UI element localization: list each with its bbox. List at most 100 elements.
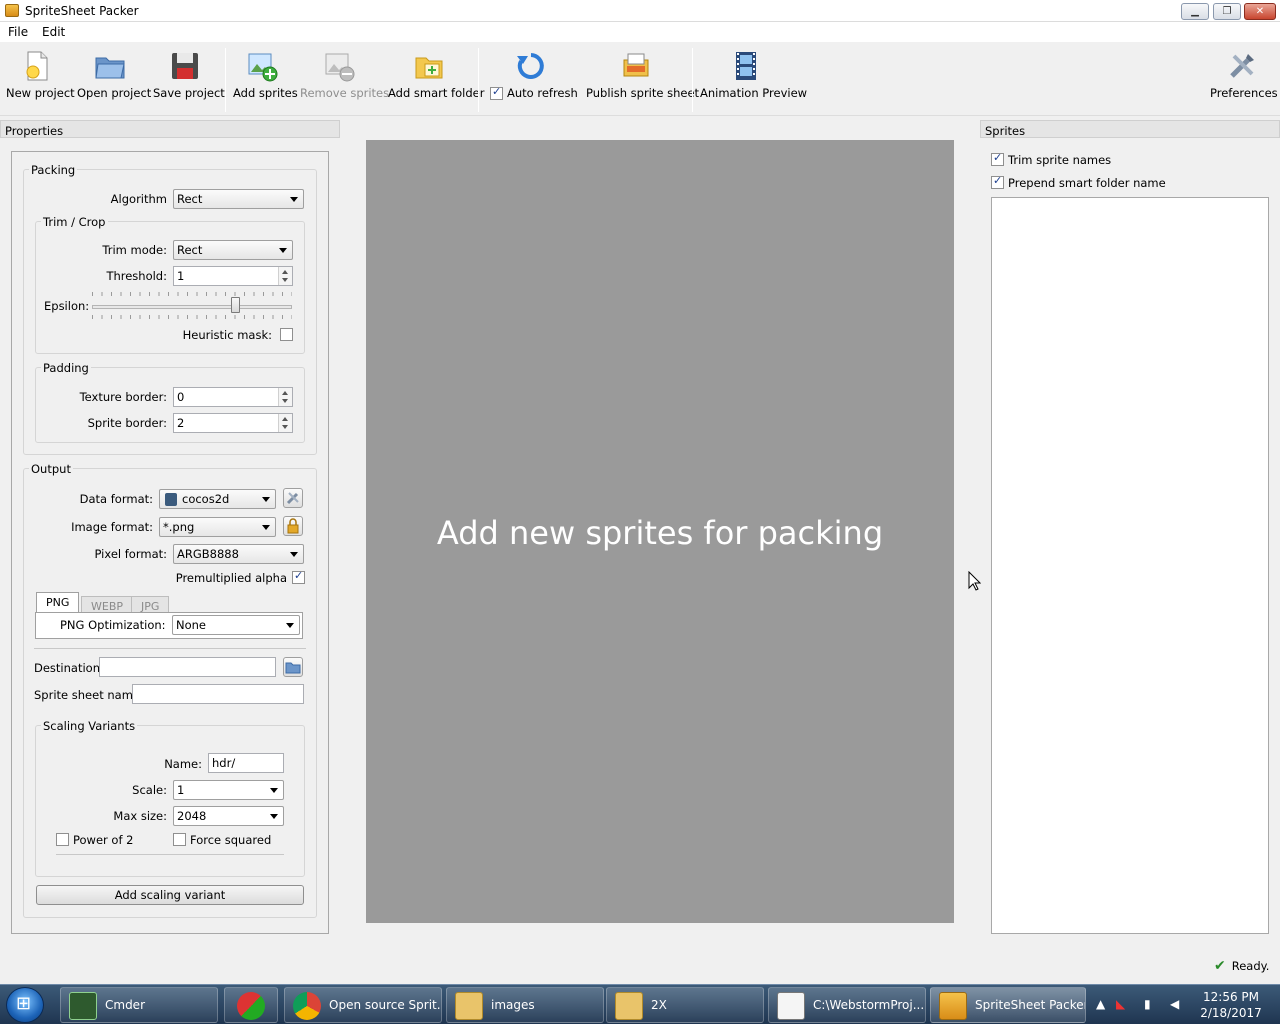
sprite-sheet-name-input[interactable] — [132, 684, 304, 704]
tab-png[interactable]: PNG — [36, 592, 80, 613]
force-squared-checkbox[interactable] — [173, 833, 186, 846]
image-format-select[interactable]: *.png — [159, 517, 276, 537]
scale-select[interactable]: 1 — [173, 780, 284, 800]
data-format-select[interactable]: cocos2d — [159, 489, 276, 509]
show-hidden-icons-icon[interactable]: ▲ — [1096, 997, 1105, 1011]
close-button[interactable]: ✕ — [1244, 3, 1276, 20]
browse-destination-button[interactable] — [283, 657, 303, 677]
heuristic-mask-label: Heuristic mask: — [182, 328, 272, 342]
network-icon[interactable]: ▮ — [1144, 997, 1151, 1011]
data-format-settings-button[interactable] — [283, 488, 303, 508]
add-scaling-variant-button[interactable]: Add scaling variant — [36, 885, 304, 905]
epsilon-slider[interactable] — [92, 292, 292, 323]
spin-arrows-icon[interactable] — [278, 267, 292, 285]
restore-button[interactable]: ❐ — [1213, 3, 1241, 20]
pixel-format-label: Pixel format: — [94, 547, 168, 561]
remove-sprites-button[interactable]: Remove sprites — [300, 50, 389, 100]
trim-mode-label: Trim mode: — [102, 243, 167, 257]
folder-open-icon — [95, 57, 125, 79]
chevron-down-icon — [262, 497, 270, 502]
image-format-lock-button[interactable] — [283, 516, 303, 536]
taskbar-item-chrome[interactable]: Open source Sprit... — [284, 987, 442, 1023]
notepad-icon — [777, 992, 805, 1020]
taskbar-item-2x-folder[interactable]: 2X — [606, 987, 764, 1023]
app-window: SpriteSheet Packer ▁ ❐ ✕ File Edit New p… — [0, 0, 1280, 984]
taskbar-label: Open source Sprit... — [329, 998, 442, 1012]
taskbar-item-app[interactable] — [224, 987, 278, 1023]
minimize-button[interactable]: ▁ — [1181, 3, 1209, 20]
scaling-name-input[interactable]: hdr/ — [208, 753, 284, 773]
pixel-format-select[interactable]: ARGB8888 — [173, 544, 304, 564]
volume-icon[interactable]: ◀ — [1170, 997, 1179, 1011]
taskbar-item-images-folder[interactable]: images — [446, 987, 604, 1023]
png-optimization-select[interactable]: None — [172, 615, 300, 635]
texture-border-value: 0 — [177, 390, 185, 404]
sprite-border-value: 2 — [177, 416, 185, 430]
image-format-value: *.png — [163, 520, 195, 534]
menu-edit[interactable]: Edit — [42, 25, 65, 39]
sprites-list[interactable] — [991, 197, 1269, 934]
taskbar-item-cmder[interactable]: Cmder — [60, 987, 218, 1023]
sprite-canvas[interactable]: Add new sprites for packing — [366, 140, 954, 923]
auto-refresh-checkbox[interactable] — [490, 85, 503, 100]
open-project-button[interactable]: Open project — [77, 50, 151, 100]
taskbar-label: 2X — [651, 998, 667, 1012]
menu-file[interactable]: File — [8, 25, 28, 39]
max-size-select[interactable]: 2048 — [173, 806, 284, 826]
slider-handle[interactable] — [231, 297, 240, 313]
taskbar-item-spritesheet-packer[interactable]: SpriteSheet Packer — [930, 987, 1086, 1023]
premultiplied-alpha-label: Premultiplied alpha — [175, 571, 287, 585]
checkmark-icon: ✔ — [1214, 958, 1226, 974]
texture-border-spinbox[interactable]: 0 — [173, 387, 293, 407]
smart-folder-icon — [415, 57, 443, 79]
data-format-value: cocos2d — [182, 492, 230, 506]
publish-button[interactable]: Publish sprite sheet — [586, 50, 699, 100]
clock-date: 2/18/2017 — [1200, 1006, 1262, 1020]
start-button[interactable] — [6, 987, 44, 1023]
sprite-border-spinbox[interactable]: 2 — [173, 413, 293, 433]
power-of-2-label: Power of 2 — [73, 833, 134, 847]
spritesheet-packer-icon — [939, 992, 967, 1020]
folder-icon — [455, 992, 483, 1020]
power-of-2-checkbox[interactable] — [56, 833, 69, 846]
animation-preview-button[interactable]: Animation Preview — [700, 50, 807, 100]
add-smart-folder-button[interactable]: Add smart folder — [388, 50, 484, 100]
save-project-button[interactable]: Save project — [153, 50, 225, 100]
auto-refresh-label: Auto refresh — [507, 86, 578, 100]
auto-refresh-toggle[interactable]: Auto refresh — [490, 50, 578, 100]
new-project-button[interactable]: New project — [6, 50, 75, 100]
max-size-label: Max size: — [113, 809, 167, 823]
app-icon — [237, 992, 265, 1020]
threshold-value: 1 — [177, 269, 185, 283]
trim-crop-title: Trim / Crop — [41, 215, 108, 229]
add-image-icon — [248, 53, 278, 82]
prepend-folder-label: Prepend smart folder name — [1008, 176, 1166, 190]
destination-label: Destination: — [34, 661, 104, 675]
heuristic-mask-checkbox[interactable] — [280, 328, 293, 341]
spin-arrows-icon[interactable] — [278, 388, 292, 406]
clock-time: 12:56 PM — [1203, 990, 1259, 1004]
lock-icon — [287, 518, 299, 534]
antivirus-icon[interactable]: ◣ — [1116, 997, 1125, 1011]
chevron-down-icon — [290, 197, 298, 202]
folder-icon — [285, 662, 301, 674]
pixel-format-value: ARGB8888 — [177, 547, 239, 561]
padding-title: Padding — [41, 361, 91, 375]
destination-input[interactable] — [99, 657, 276, 677]
trim-mode-select[interactable]: Rect — [173, 240, 293, 260]
scale-label: Scale: — [132, 783, 167, 797]
window-title: SpriteSheet Packer — [25, 4, 139, 18]
trim-sprite-names-checkbox[interactable] — [991, 151, 1004, 166]
preferences-button[interactable]: Preferences — [1210, 50, 1278, 100]
prepend-folder-checkbox[interactable] — [991, 174, 1004, 189]
premultiplied-alpha-checkbox[interactable] — [292, 569, 305, 584]
clock[interactable]: 12:56 PM 2/18/2017 — [1196, 989, 1266, 1021]
spin-arrows-icon[interactable] — [278, 414, 292, 432]
new-document-icon — [26, 51, 48, 81]
title-bar: SpriteSheet Packer ▁ ❐ ✕ — [0, 0, 1280, 22]
algorithm-select[interactable]: Rect — [173, 189, 304, 209]
taskbar-item-webstorm[interactable]: C:\WebstormProj... — [768, 987, 926, 1023]
threshold-spinbox[interactable]: 1 — [173, 266, 293, 286]
slider-ticks — [92, 315, 292, 319]
add-sprites-button[interactable]: Add sprites — [233, 50, 298, 100]
